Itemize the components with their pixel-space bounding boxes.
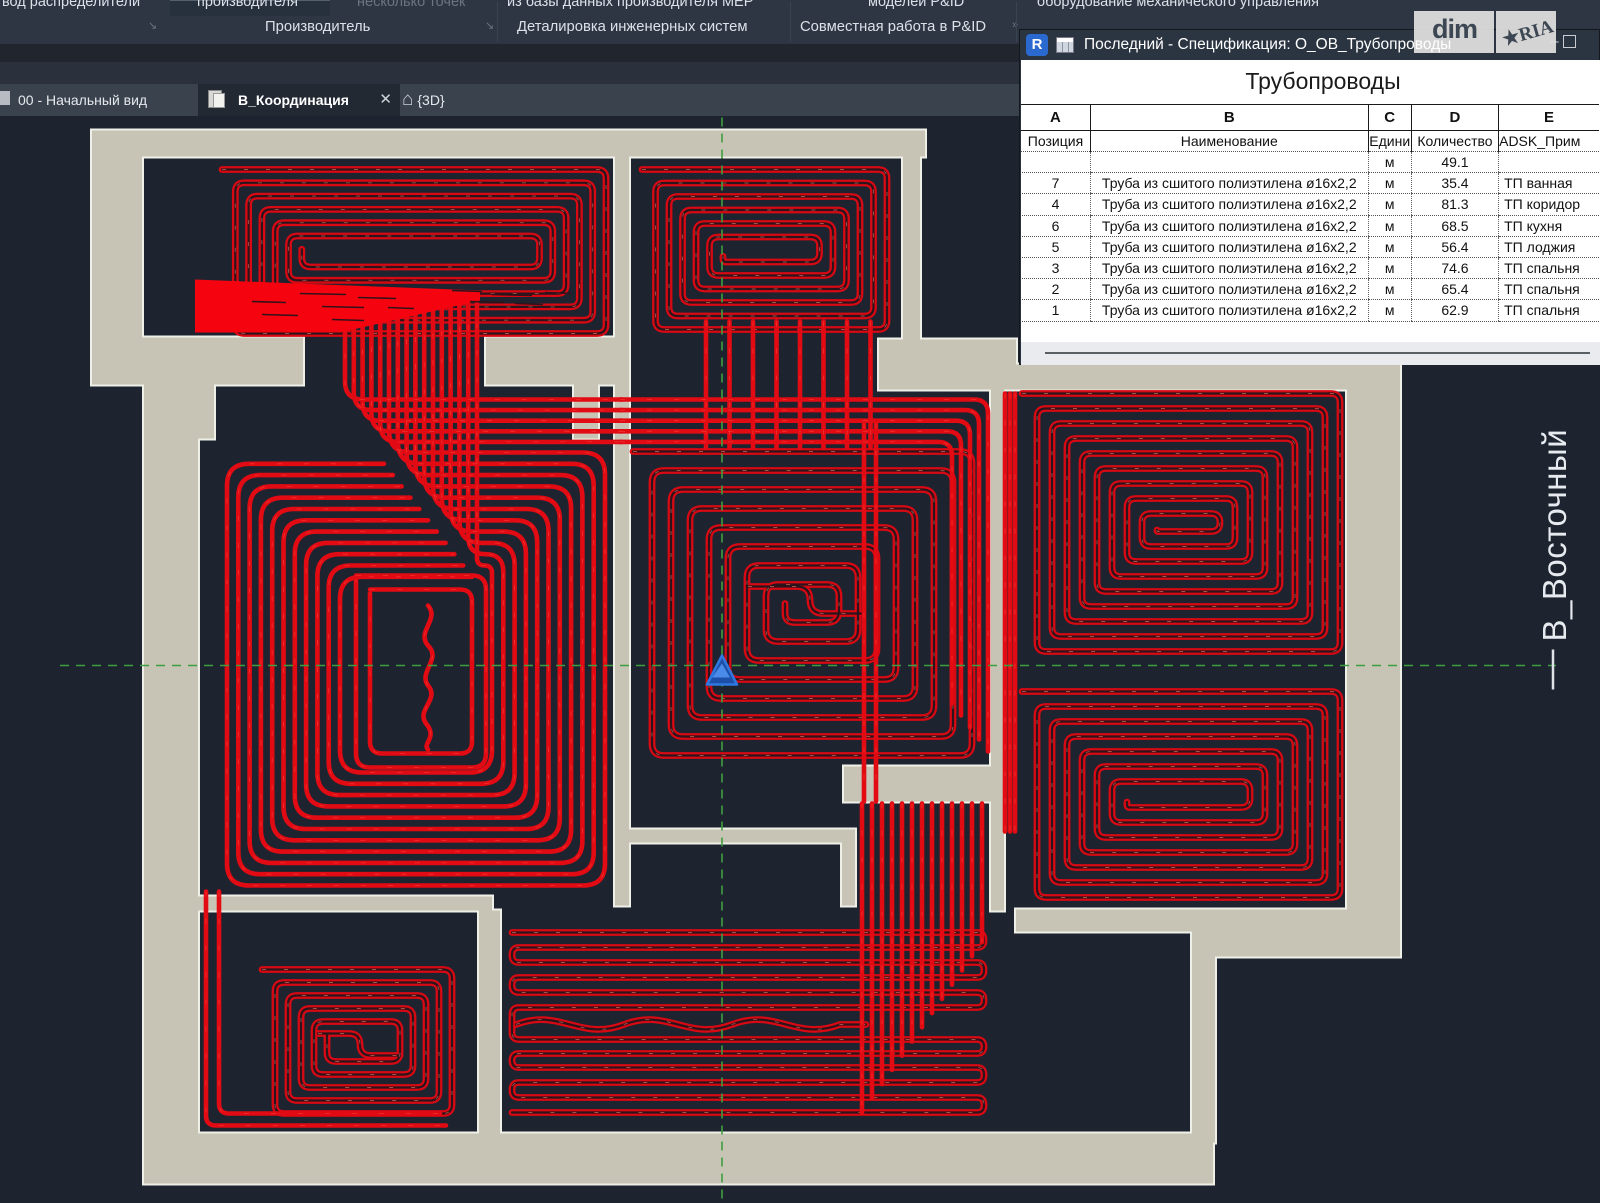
svg-text:В_Восточный: В_Восточный bbox=[1536, 429, 1573, 642]
